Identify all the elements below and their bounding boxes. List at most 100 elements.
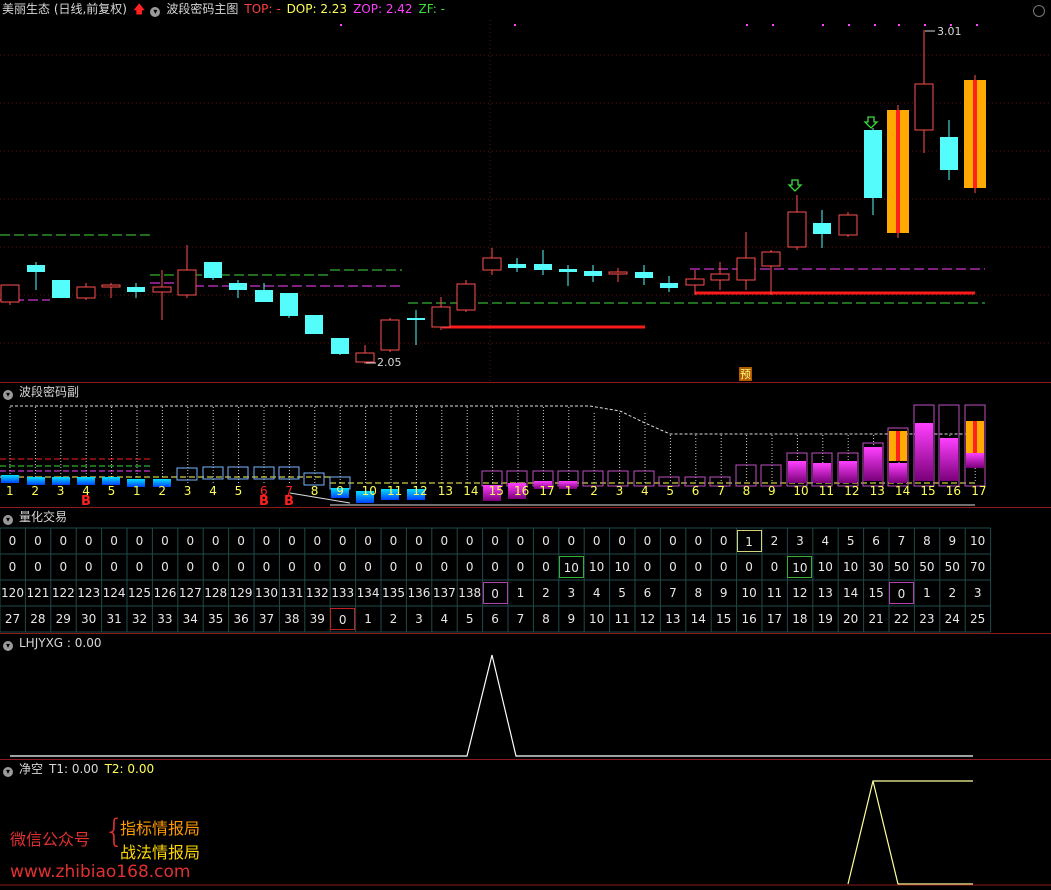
wave-bar [940, 438, 958, 481]
quant-cell: 2 [770, 534, 779, 548]
quant-cell: 22 [893, 612, 910, 626]
wave-count-label: 10 [793, 484, 808, 498]
wave-count-label: 8 [311, 484, 319, 498]
quant-cell: 15 [716, 612, 732, 626]
quant-cell: 0 [313, 534, 322, 548]
wave-count-label: 16 [514, 484, 529, 498]
quant-cell: 5 [846, 534, 855, 548]
wave-count-label: 4 [209, 484, 217, 498]
quant-cell: 133 [331, 586, 355, 600]
wave-count-label: 8 [743, 484, 751, 498]
quant-cell: 0 [364, 534, 372, 548]
quant-cell: 0 [415, 534, 423, 548]
quant-cell: 0 [694, 534, 703, 548]
quant-cell: 0 [389, 534, 398, 548]
quant-panel[interactable]: ▾ 量化交易 0000000000000000000000000000012345… [0, 508, 1051, 634]
candle-body [838, 214, 858, 236]
quant-cell: 0 [34, 560, 42, 574]
candle-body [127, 287, 145, 292]
quant-cell: 0 [84, 534, 93, 548]
wave-bar [839, 461, 857, 483]
quant-cell: 15 [868, 586, 884, 600]
lhjyxg-line-chart [10, 654, 973, 757]
candle-body [280, 293, 298, 316]
quant-cell: 25 [970, 612, 986, 626]
wave-count-label: 1 [133, 484, 141, 498]
candle-body [482, 257, 502, 271]
sub-indicator-panel[interactable]: ▾ 波段密码副 1 2 3 4 5 1 2 3 4 5 6 7 8 9 10 11 12 13 14 15 16 17 1 2 3… [0, 383, 1051, 508]
quant-cell: 36 [233, 612, 249, 626]
main-chart-panel[interactable]: 美丽生态 (日线,前复权) 🡅 ▾ 波段密码主图 TOP: - DOP: 2.23 ZOP:… [0, 0, 1051, 383]
quant-cell: 11 [766, 586, 783, 600]
quant-cell: 0 [482, 582, 508, 604]
quant-cell: 137 [432, 586, 456, 600]
quant-cell: 0 [770, 560, 779, 574]
wave-count-label: 12 [412, 484, 427, 498]
wave-bar [1, 475, 19, 483]
quant-cell: 11 [614, 612, 630, 626]
candle-body [508, 264, 526, 268]
down-arrow-icon [787, 116, 879, 192]
candle-body [355, 352, 375, 363]
wave-count-label: 6 [692, 484, 700, 498]
wave-count-label: 7 [717, 484, 725, 498]
quant-cell: 0 [262, 534, 271, 548]
wave-count-label: 15 [920, 484, 935, 498]
candle-body [305, 315, 323, 334]
quant-cell: 18 [792, 612, 808, 626]
quant-cell: 0 [288, 560, 296, 574]
quant-cell: 4 [821, 534, 830, 548]
quant-cell: 3 [973, 586, 982, 600]
wave-count-label: 3 [616, 484, 624, 498]
quant-cell: 0 [542, 534, 550, 548]
quant-cell: 0 [288, 534, 296, 548]
wave-count-label: 9 [336, 484, 344, 498]
wave-count-label: 17 [539, 484, 554, 498]
quant-cell: 0 [211, 560, 220, 574]
quant-table: 0 0 0 0 0 0 0 0 0 0 0 0 0 0 0 0 0 0 0 0 0 0 0 0 0 0 0 0 0 1 2 3 4 5 6 7 8 9 10… [0, 528, 1051, 632]
wave-count-label: 14 [463, 484, 478, 498]
quant-cell: 0 [186, 560, 195, 574]
quant-cell: 135 [382, 586, 405, 600]
candle-body [660, 283, 678, 288]
quant-cell: 1 [736, 530, 762, 552]
candle-body [101, 284, 121, 288]
buy-marker: B [81, 494, 91, 508]
quant-cell: 10 [589, 560, 605, 574]
quant-cell: 128 [204, 586, 228, 600]
quant-cell: 0 [440, 534, 449, 548]
wave-bar [788, 461, 806, 483]
quant-cell: 14 [843, 586, 859, 600]
quant-cell: 6 [872, 534, 880, 548]
quant-cell: 127 [178, 586, 202, 600]
quant-cell: 0 [592, 534, 601, 548]
quant-cell: 27 [4, 612, 21, 626]
wave-bar [966, 453, 984, 468]
quant-cell: 0 [465, 560, 474, 574]
wave-bar [889, 463, 907, 483]
quant-cell: 12 [639, 612, 656, 626]
quant-cell: 132 [305, 586, 329, 600]
wave-count-label: 9 [768, 484, 776, 498]
quant-cell: 2 [948, 586, 957, 600]
lhjyxg-panel[interactable]: ▾ LHJYXG : 0.00 [0, 634, 1051, 760]
quant-cell: 2 [389, 612, 398, 626]
candle-body [710, 273, 730, 281]
signal-bar-core [896, 110, 900, 233]
quant-cell: 0 [135, 534, 144, 548]
quant-cell: 0 [161, 534, 169, 548]
quant-cell: 0 [719, 560, 728, 574]
quant-cell: 0 [211, 534, 220, 548]
candle-body [204, 262, 222, 278]
wave-count-label: 1 [6, 484, 14, 498]
quant-cell: 0 [669, 534, 677, 548]
quant-cell: 10 [589, 612, 605, 626]
quant-cell: 0 [8, 534, 17, 548]
watermark-url: www.zhibiao168.com [10, 862, 191, 882]
quant-cell: 124 [102, 586, 126, 600]
quant-cell: 0 [161, 560, 169, 574]
quant-cell: 10 [558, 556, 584, 578]
quant-cell: 0 [59, 560, 68, 574]
quant-cell: 0 [330, 608, 356, 630]
quant-cell: 0 [186, 534, 195, 548]
